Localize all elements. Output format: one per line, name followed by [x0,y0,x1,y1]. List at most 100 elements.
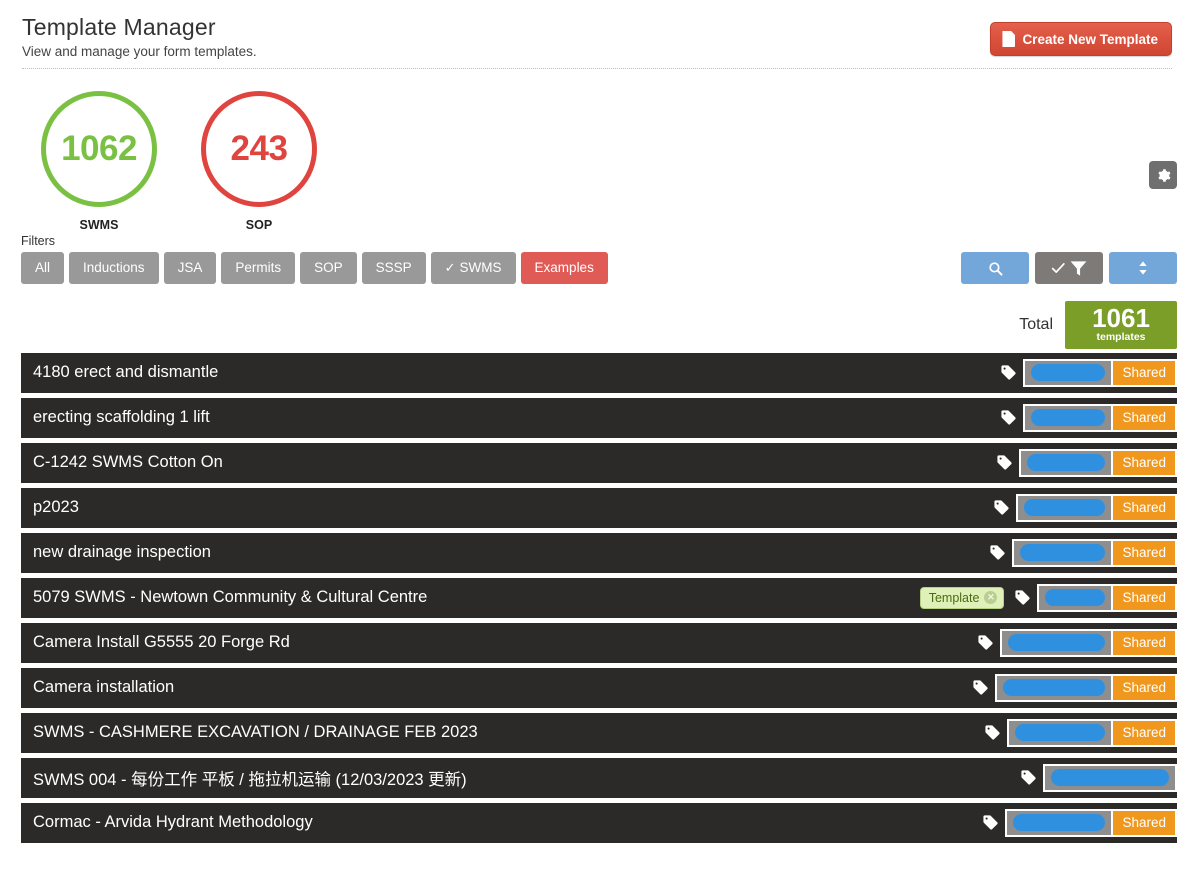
template-title: Camera Install G5555 20 Forge Rd [33,633,290,652]
template-row[interactable]: SWMS - CASHMERE EXCAVATION / DRAINAGE FE… [21,712,1177,753]
tag-icon[interactable] [984,724,1001,741]
filters-section: Filters All Inductions JSA Permits SOP S… [0,234,1198,285]
tag-icon[interactable] [1020,769,1037,786]
stats-section: 1062 SWMS 243 SOP [0,69,1198,234]
shared-button[interactable]: Shared [1113,358,1177,387]
total-section: Total 1061 templates [0,300,1198,353]
tag-icon[interactable] [993,499,1010,516]
sort-button[interactable] [1109,252,1177,285]
template-row[interactable]: 4180 erect and dismantle Shared [21,352,1177,393]
filter-swms[interactable]: ✓ SWMS [430,252,516,284]
filter-examples[interactable]: Examples [520,252,608,284]
template-owner-button[interactable] [1043,763,1177,792]
template-owner-button[interactable] [1019,448,1114,477]
shared-button[interactable]: Shared [1113,538,1177,567]
template-owner-button[interactable] [1000,628,1114,657]
filter-inductions[interactable]: Inductions [69,252,159,284]
check-icon [1051,263,1065,274]
template-title: Cormac - Arvida Hydrant Methodology [33,813,313,832]
template-row[interactable]: C-1242 SWMS Cotton On Shared [21,442,1177,483]
stat-swms-ring: 1062 [41,91,157,208]
template-row[interactable]: SWMS 004 - 每份工作 平板 / 拖拉机运输 (12/03/2023 更… [21,757,1177,798]
shared-button[interactable]: Shared [1113,493,1177,522]
shared-button[interactable]: Shared [1113,718,1177,747]
redacted-content [1003,679,1106,697]
shared-button[interactable]: Shared [1113,808,1177,837]
template-title: SWMS - CASHMERE EXCAVATION / DRAINAGE FE… [33,723,478,742]
template-owner-button[interactable] [1012,538,1114,567]
redacted-content [1020,544,1106,562]
sort-updown-icon [1139,261,1147,276]
stat-sop-ring: 243 [201,91,317,208]
tag-icon[interactable] [989,544,1006,561]
shared-button[interactable]: Shared [1113,673,1177,702]
total-count: 1061 [1092,302,1150,333]
redacted-content [1008,634,1106,652]
tag-icon[interactable] [1000,409,1017,426]
template-owner-button[interactable] [1007,718,1114,747]
redacted-content [1024,499,1106,517]
template-badge-label: Template [928,590,980,605]
template-row[interactable]: Camera installation Shared [21,667,1177,708]
filter-permits[interactable]: Permits [221,252,296,284]
redacted-content [1027,454,1106,472]
filter-sssp-label: SSSP [375,260,412,276]
filter-sssp[interactable]: SSSP [361,252,426,284]
search-button[interactable] [961,252,1029,285]
template-row[interactable]: Cormac - Arvida Hydrant Methodology Share… [21,802,1177,843]
tag-icon[interactable] [977,634,994,651]
template-row-actions: Shared [994,443,1177,483]
tag-icon[interactable] [972,679,989,696]
template-badge[interactable]: Template ✕ [919,586,1005,609]
template-title: C-1242 SWMS Cotton On [33,453,223,472]
template-manager-page: Template Manager View and manage your fo… [0,0,1198,871]
template-row-actions: Shared [980,803,1177,843]
template-owner-button[interactable] [1037,583,1114,612]
template-owner-button[interactable] [1005,808,1114,837]
tag-icon[interactable] [982,814,999,831]
filter-jsa[interactable]: JSA [163,252,217,284]
redacted-content [1031,364,1106,382]
template-row-actions: Shared [970,668,1177,708]
shared-button[interactable]: Shared [1113,448,1177,477]
template-row[interactable]: p2023 Shared [21,487,1177,528]
template-row[interactable]: new drainage inspection Shared [21,532,1177,573]
page-header: Template Manager View and manage your fo… [0,0,1198,70]
tag-icon[interactable] [996,454,1013,471]
filter-jsa-label: JSA [177,260,203,276]
filter-all[interactable]: All [21,252,65,284]
filters-label: Filters [21,234,56,249]
template-row[interactable]: 5079 SWMS - Newtown Community & Cultural… [21,577,1177,618]
create-new-template-button[interactable]: Create New Template [990,22,1172,56]
template-owner-button[interactable] [1016,493,1114,522]
template-row-actions: Shared [998,398,1177,438]
template-title: Camera installation [33,678,175,697]
filter-permits-label: Permits [235,260,282,276]
document-icon [1002,31,1015,47]
template-owner-button[interactable] [1023,358,1114,387]
filter-swms-label: SWMS [459,260,502,276]
template-row-actions: Shared [975,623,1177,663]
redacted-content [1045,589,1106,607]
funnel-icon [1070,261,1086,276]
gear-icon [1157,169,1170,182]
template-row[interactable]: erecting scaffolding 1 lift Shared [21,397,1177,438]
template-row[interactable]: Camera Install G5555 20 Forge Rd Shared [21,622,1177,663]
filter-sop[interactable]: SOP [300,252,357,284]
template-row-actions: Shared [998,353,1177,393]
tag-icon[interactable] [1014,589,1031,606]
shared-button[interactable]: Shared [1113,628,1177,657]
shared-button[interactable]: Shared [1113,583,1177,612]
template-owner-button[interactable] [995,673,1114,702]
redacted-content [1013,814,1106,832]
template-owner-button[interactable] [1023,403,1114,432]
settings-button[interactable] [1149,161,1177,190]
template-title: p2023 [33,498,79,517]
list-actions [961,252,1177,285]
shared-button[interactable]: Shared [1113,403,1177,432]
stat-sop-value: 243 [230,129,288,169]
close-icon[interactable]: ✕ [984,591,998,605]
tag-icon[interactable] [1000,364,1017,381]
total-label: Total [1019,316,1053,334]
filter-button[interactable] [1035,252,1103,285]
